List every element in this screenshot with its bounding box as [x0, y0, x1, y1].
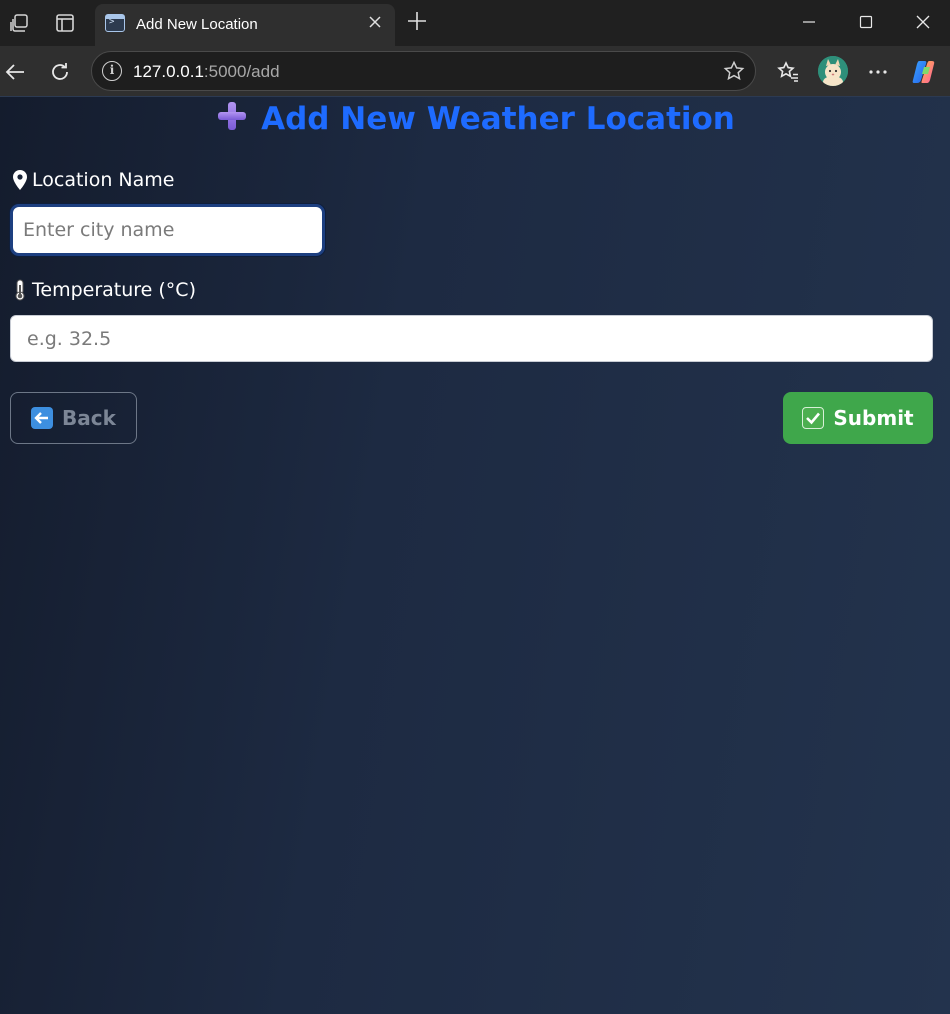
close-window-button[interactable] — [908, 8, 938, 36]
page-title-text: Add New Weather Location — [261, 101, 735, 137]
more-icon[interactable] — [864, 58, 892, 86]
temperature-placeholder: e.g. 32.5 — [27, 327, 112, 350]
copilot-icon[interactable] — [910, 58, 938, 86]
reload-icon[interactable] — [46, 58, 74, 86]
back-button[interactable]: Back — [10, 392, 137, 444]
submit-button[interactable]: Submit — [783, 392, 933, 444]
plus-emoji-icon — [215, 99, 249, 133]
page-title: Add New Weather Location — [0, 99, 950, 137]
thermometer-icon — [10, 279, 30, 301]
submit-button-label: Submit — [833, 406, 914, 430]
location-name-input[interactable]: Enter city name — [10, 204, 325, 256]
location-label-text: Location Name — [32, 169, 175, 191]
vertical-tabs-icon[interactable] — [53, 11, 77, 35]
map-pin-icon — [10, 169, 30, 191]
tab-strip: Add New Location — [0, 0, 950, 46]
close-tab-icon[interactable] — [365, 13, 385, 33]
maximize-button[interactable] — [851, 8, 881, 36]
workspaces-icon[interactable] — [8, 11, 32, 35]
location-placeholder: Enter city name — [23, 219, 175, 241]
page-content: Add New Weather Location Location Name E… — [0, 96, 950, 1014]
address-bar[interactable]: i 127.0.0.1:5000/add — [91, 51, 756, 91]
minimize-button[interactable] — [794, 8, 824, 36]
url-host: 127.0.0.1 — [133, 62, 204, 81]
tab-title: Add New Location — [136, 16, 258, 33]
left-arrow-emoji-icon — [31, 407, 54, 429]
info-icon[interactable]: i — [102, 61, 122, 81]
url-path: :5000/add — [203, 62, 280, 81]
terminal-favicon-icon — [105, 14, 125, 32]
location-name-label: Location Name — [10, 169, 174, 191]
back-button-label: Back — [62, 406, 116, 430]
avatar[interactable] — [818, 56, 848, 86]
temperature-label-text: Temperature (°C) — [32, 279, 196, 301]
temperature-input[interactable]: e.g. 32.5 — [10, 315, 933, 362]
browser-toolbar: i 127.0.0.1:5000/add — [0, 46, 950, 96]
favorites-icon[interactable] — [774, 58, 802, 86]
new-tab-button[interactable] — [404, 10, 430, 36]
back-arrow-icon[interactable] — [1, 58, 29, 86]
star-icon[interactable] — [723, 60, 745, 82]
url-text[interactable]: 127.0.0.1:5000/add — [133, 62, 280, 82]
check-mark-emoji-icon — [802, 407, 825, 429]
active-tab[interactable]: Add New Location — [95, 4, 395, 46]
temperature-label: Temperature (°C) — [10, 279, 196, 301]
